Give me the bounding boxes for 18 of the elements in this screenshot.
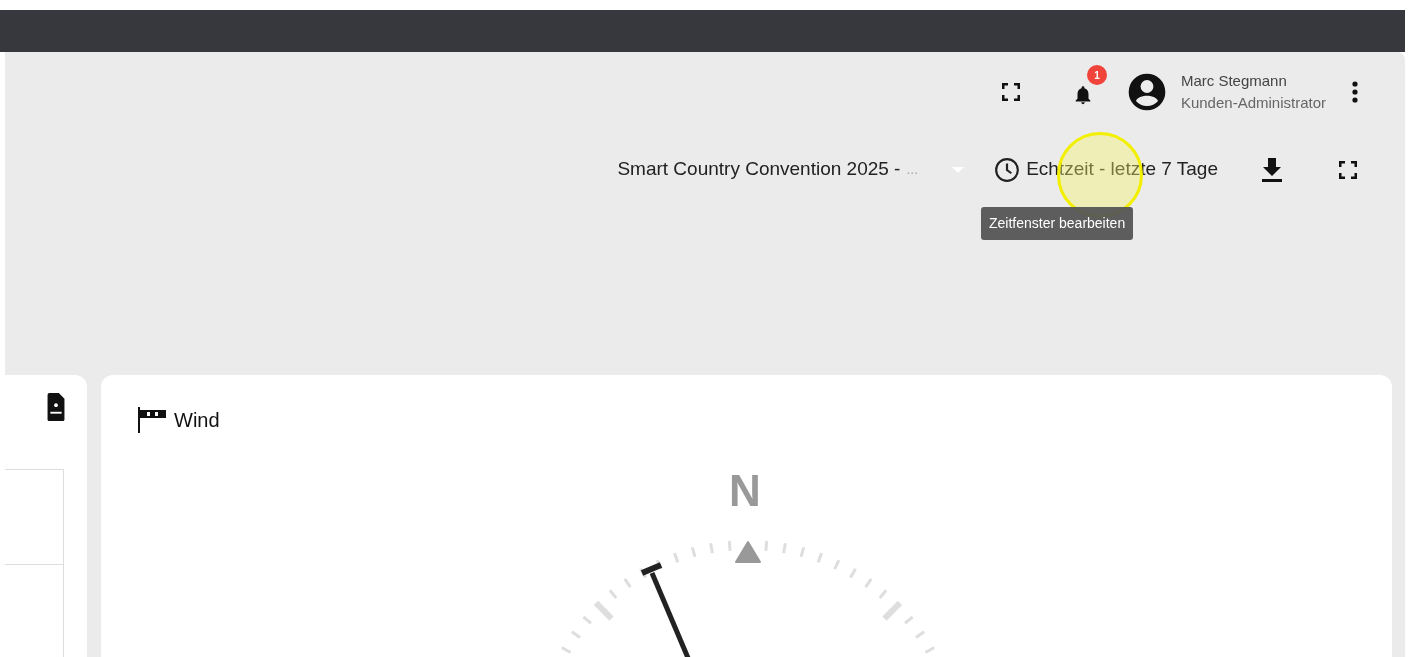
document-icon xyxy=(47,393,65,422)
notification-badge: 1 xyxy=(1086,65,1107,85)
more-options-button[interactable] xyxy=(1350,79,1360,105)
windsock-icon xyxy=(138,407,168,433)
north-marker-icon xyxy=(735,541,761,563)
card-title: Wind xyxy=(174,408,220,433)
download-icon xyxy=(1262,157,1282,182)
dashboard-select[interactable]: Smart Country Convention 2025 - ... xyxy=(617,155,965,184)
fullscreen-icon xyxy=(1001,83,1020,101)
notifications-button[interactable]: 1 xyxy=(1066,65,1107,107)
tooltip: Zeitfenster bearbeiten xyxy=(981,207,1134,240)
user-role: Kunden-Administrator xyxy=(1180,93,1326,113)
fullscreen-icon xyxy=(1339,160,1357,179)
clock-icon xyxy=(994,156,1021,183)
more-vertical-icon xyxy=(1352,81,1358,103)
user-name: Marc Stegmann xyxy=(1180,71,1288,91)
compass-north-label: N xyxy=(729,469,761,513)
download-button[interactable] xyxy=(1260,157,1284,182)
